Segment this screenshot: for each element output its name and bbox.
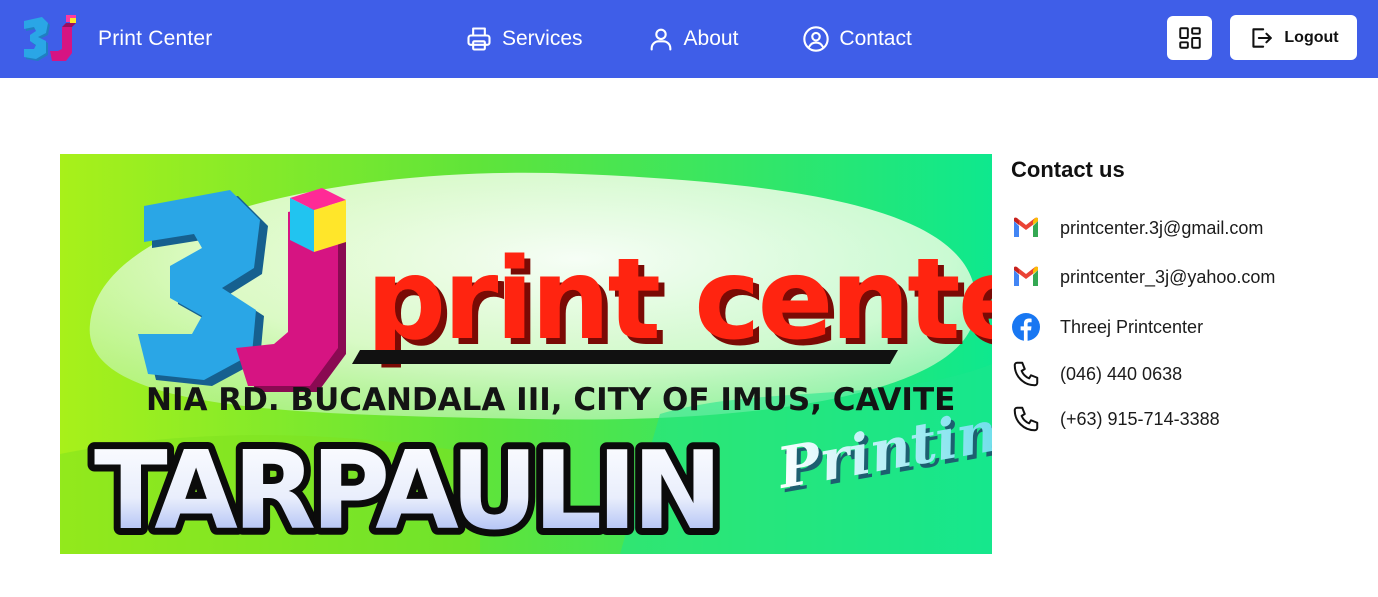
phone-icon: [1011, 359, 1041, 389]
contact-title: Contact us: [1011, 157, 1125, 182]
brand-logo: 3J: [24, 15, 76, 61]
banner-address: NIA RD. BUCANDALA III, CITY OF IMUS, CAV…: [146, 382, 955, 418]
brand-name: Print Center: [98, 27, 213, 50]
brand[interactable]: 3J Print Center: [22, 14, 212, 64]
contact-text-mobile: (+63) 915-714-3388: [1060, 408, 1220, 429]
nav-contact-link[interactable]: Contact: [802, 25, 912, 53]
contact-item-facebook[interactable]: Threej Printcenter: [1011, 311, 1203, 343]
banner-headline: print center: [366, 235, 992, 365]
contact-item-phone-landline[interactable]: (046) 440 0638: [1011, 358, 1182, 390]
nav-services-link[interactable]: Services: [465, 25, 583, 53]
logout-label: Logout: [1284, 28, 1339, 46]
user-icon: [650, 28, 671, 51]
main-nav: Services About Contact: [465, 20, 912, 58]
contact-text-landline: (046) 440 0638: [1060, 363, 1183, 384]
contact-text-facebook: Threej Printcenter: [1060, 316, 1204, 337]
gmail-icon: [1011, 262, 1041, 292]
nav-about-link[interactable]: About: [647, 25, 739, 53]
phone-icon: [1011, 404, 1041, 434]
facebook-icon: [1011, 312, 1041, 342]
contact-text-yahoo: printcenter_3j@yahoo.com: [1060, 266, 1276, 287]
banner-big-word: TARPAULIN: [94, 429, 718, 554]
apps-grid-button[interactable]: [1167, 16, 1212, 60]
logout-button[interactable]: Logout: [1230, 15, 1357, 60]
contact-text-gmail: printcenter.3j@gmail.com: [1060, 217, 1264, 238]
top-navbar: 3J Print Center Services About Contact L…: [0, 0, 1378, 78]
banner-graphic: print center print center NIA RD. BUCAND…: [60, 154, 992, 554]
user-circle-icon: [803, 26, 830, 52]
gmail-icon: [1011, 213, 1041, 243]
contact-item-yahoo[interactable]: printcenter_3j@yahoo.com: [1011, 261, 1275, 293]
nav-services-label: Services: [502, 27, 583, 50]
nav-contact-label: Contact: [839, 27, 912, 50]
contact-item-phone-mobile[interactable]: (+63) 915-714-3388: [1011, 403, 1220, 435]
contact-item-gmail[interactable]: printcenter.3j@gmail.com: [1011, 212, 1263, 244]
shop-banner-image: print center print center NIA RD. BUCAND…: [60, 154, 992, 554]
logout-icon: [1252, 27, 1273, 48]
grid-icon: [1178, 27, 1201, 49]
nav-about-label: About: [683, 27, 739, 50]
printer-icon: [467, 27, 491, 51]
